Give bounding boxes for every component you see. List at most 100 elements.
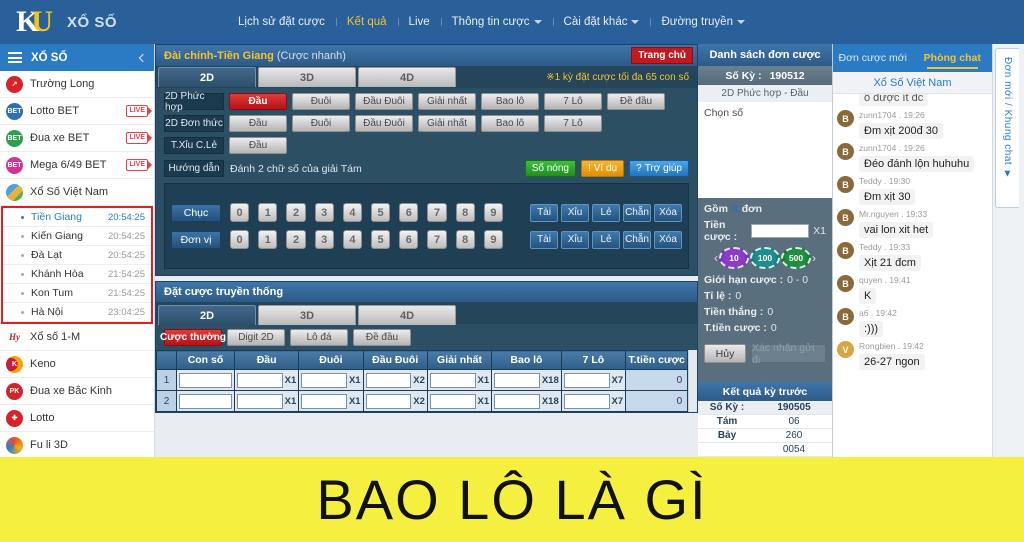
digit-button-1[interactable]: 1 [258, 203, 278, 222]
input-bao-lo[interactable] [494, 393, 540, 409]
tab-chat-room[interactable]: Phòng chat [913, 44, 993, 72]
digit-button-7[interactable]: 7 [427, 203, 447, 222]
input-dau-duoi[interactable] [365, 372, 412, 388]
table-scrollbar[interactable] [688, 350, 697, 412]
digit-button-u0[interactable]: 0 [230, 230, 250, 249]
tab-3d[interactable]: 3D [258, 67, 356, 87]
nav-item-live[interactable]: Live [397, 16, 441, 28]
type-lo-da[interactable]: Lô đá [290, 329, 348, 346]
chip-100[interactable]: 100 [750, 247, 780, 269]
digit-button-3[interactable]: 3 [314, 203, 334, 222]
digit-button-u2[interactable]: 2 [286, 230, 306, 249]
op-xoa-chuc[interactable]: Xóa [654, 203, 683, 222]
op-chan-chuc[interactable]: Chẵn [623, 203, 652, 222]
chat-toggle-vertical-tab[interactable]: Đơn mới / Khung chat ▼ [995, 48, 1019, 208]
nav-item-bet-info[interactable]: Thông tin cược [440, 16, 553, 28]
digit-button-u8[interactable]: 8 [455, 230, 475, 249]
sidebar-item-lotto[interactable]: ✚ Lotto [0, 405, 154, 432]
sidebar-item-xo-so-1m[interactable]: Hy Xổ số 1-M [0, 324, 154, 351]
sidebar-region-tien-giang[interactable]: Tiền Giang 20:54:25 [3, 208, 151, 227]
input-bao-lo[interactable] [494, 372, 540, 388]
op-xiu-don-vi[interactable]: Xỉu [561, 230, 590, 249]
bet-type-dau-2[interactable]: Đầu [229, 115, 287, 132]
trad-tab-2d[interactable]: 2D [158, 305, 256, 325]
bet-type-dau-duoi[interactable]: Đầu Đuôi [355, 93, 413, 110]
bet-type-7-lo[interactable]: 7 Lô [544, 93, 602, 110]
example-button[interactable]: ! Ví dụ [580, 160, 625, 177]
nav-item-other-settings[interactable]: Cài đặt khác [552, 16, 651, 28]
hot-numbers-button[interactable]: Số nóng [524, 160, 576, 177]
home-button[interactable]: Trang chủ [631, 47, 693, 64]
input-con-so[interactable] [179, 372, 232, 388]
op-xoa-don-vi[interactable]: Xóa [654, 230, 683, 249]
digit-button-4[interactable]: 4 [342, 203, 363, 222]
digit-button-2[interactable]: 2 [286, 203, 306, 222]
nav-item-results[interactable]: Kết quả [335, 16, 398, 28]
bet-type-duoi-2[interactable]: Đuôi [292, 115, 350, 132]
input-7-lo[interactable] [563, 393, 610, 409]
input-giai-nhat[interactable] [429, 393, 476, 409]
submit-button[interactable]: Xác nhận gửi đi [751, 342, 826, 366]
sidebar-region-kon-tum[interactable]: Kon Tum 21:54:25 [3, 284, 151, 303]
chevron-left-icon[interactable] [138, 53, 148, 62]
digit-button-9[interactable]: 9 [483, 203, 504, 222]
chip-next-arrow-icon[interactable]: › [812, 251, 816, 265]
input-dau[interactable] [236, 393, 283, 409]
brand-logo[interactable]: K U XỔ SỐ [0, 7, 117, 37]
op-tai-chuc[interactable]: Tài [530, 203, 559, 222]
stake-input[interactable] [751, 224, 810, 238]
digit-button-u4[interactable]: 4 [342, 230, 363, 249]
type-digit-2d[interactable]: Digit 2D [227, 329, 285, 346]
op-tai-don-vi[interactable]: Tài [530, 230, 559, 249]
bet-type-de-dau[interactable]: Đề đầu [607, 93, 665, 110]
sidebar-region-kien-giang[interactable]: Kiến Giang 20:54:25 [3, 227, 151, 246]
digit-button-6[interactable]: 6 [399, 203, 419, 222]
type-de-dau[interactable]: Đề đầu [353, 329, 411, 346]
digit-button-5[interactable]: 5 [371, 203, 391, 222]
digit-button-u3[interactable]: 3 [314, 230, 334, 249]
sidebar-item-fu-li-3d[interactable]: Fu li 3D [0, 432, 154, 457]
help-button[interactable]: ? Trợ giúp [629, 160, 689, 177]
bet-type-dau-duoi-2[interactable]: Đầu Đuôi [355, 115, 413, 132]
digit-button-u9[interactable]: 9 [483, 230, 504, 249]
input-duoi[interactable] [301, 393, 347, 409]
op-chan-don-vi[interactable]: Chẵn [623, 230, 652, 249]
input-giai-nhat[interactable] [429, 372, 476, 388]
sidebar-header[interactable]: XỔ SỐ [0, 44, 154, 71]
sidebar-item-truong-long[interactable]: ↗ Trường Long [0, 71, 154, 98]
input-7-lo[interactable] [563, 372, 610, 388]
sidebar-item-keno[interactable]: K Keno [0, 351, 154, 378]
digit-button-0[interactable]: 0 [230, 203, 250, 222]
sidebar-item-lotto-bet[interactable]: BET Lotto BET LIVE [0, 98, 154, 125]
digit-button-u6[interactable]: 6 [399, 230, 419, 249]
bet-type-dau-3[interactable]: Đầu [229, 137, 287, 154]
hamburger-menu-icon[interactable] [8, 52, 22, 63]
bet-type-giai-nhat-2[interactable]: Giải nhất [418, 115, 476, 132]
bet-type-7-lo-2[interactable]: 7 Lô [544, 115, 602, 132]
bet-type-giai-nhat[interactable]: Giải nhất [418, 93, 476, 110]
type-cuoc-thuong[interactable]: Cược thường [160, 329, 226, 346]
sidebar-region-da-lat[interactable]: Đà Lạt 20:54:25 [3, 246, 151, 265]
digit-button-u1[interactable]: 1 [258, 230, 278, 249]
chip-500[interactable]: 500 [781, 247, 811, 269]
bet-type-duoi[interactable]: Đuôi [292, 93, 350, 110]
bet-type-bao-lo[interactable]: Bao lô [481, 93, 539, 110]
sidebar-item-dua-xe-bac-kinh[interactable]: PK Đua xe Bắc Kinh [0, 378, 154, 405]
tab-new-orders[interactable]: Đơn cược mới [833, 44, 913, 72]
sidebar-item-dua-xe-bet[interactable]: BET Đua xe BET LIVE [0, 125, 154, 152]
digit-button-u7[interactable]: 7 [427, 230, 447, 249]
bet-type-dau[interactable]: Đầu [229, 93, 287, 110]
op-xiu-chuc[interactable]: Xỉu [561, 203, 590, 222]
cancel-button[interactable]: Hủy [704, 344, 746, 363]
input-dau-duoi[interactable] [365, 393, 412, 409]
bet-type-bao-lo-2[interactable]: Bao lô [481, 115, 539, 132]
input-dau[interactable] [236, 372, 283, 388]
op-le-chuc[interactable]: Lẻ [592, 203, 621, 222]
sidebar-item-mega-bet[interactable]: BET Mega 6/49 BET LIVE [0, 152, 154, 179]
nav-item-connection[interactable]: Đường truyền [650, 16, 756, 28]
digit-button-8[interactable]: 8 [455, 203, 475, 222]
sidebar-region-khanh-hoa[interactable]: Khánh Hòa 21:54:25 [3, 265, 151, 284]
trad-tab-4d[interactable]: 4D [358, 305, 456, 325]
chip-prev-arrow-icon[interactable]: ‹ [714, 251, 718, 265]
input-duoi[interactable] [301, 372, 347, 388]
